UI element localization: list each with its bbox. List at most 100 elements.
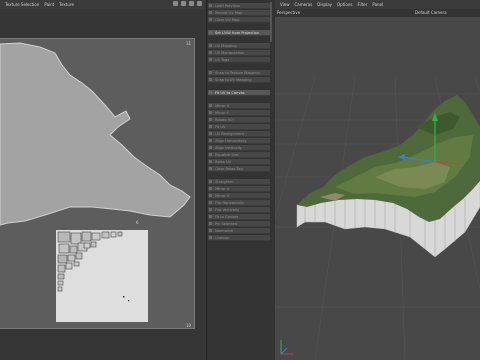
panel-scrollbar[interactable] (270, 2, 272, 42)
command-icon (209, 91, 212, 94)
command-icon (209, 153, 212, 156)
view-name: Perspective (277, 10, 301, 15)
uv-tick-top-right: 11 (186, 41, 192, 46)
command-label: Snap to UV Mapping (215, 78, 252, 82)
uv-command-item[interactable]: Fit to Canvas (208, 214, 270, 220)
uv-command-item[interactable]: Relax UV (208, 159, 270, 165)
uv-command-item[interactable]: Fit UV (208, 124, 270, 130)
axis-icon (280, 340, 293, 355)
command-label: Unwrap (215, 236, 229, 240)
command-icon (209, 146, 212, 149)
command-icon (209, 111, 212, 114)
menu-view[interactable]: View (280, 2, 290, 7)
uv-command-item[interactable]: Mirror Y (208, 110, 270, 116)
uv-command-item[interactable]: Set UVW from Projection (208, 30, 270, 36)
menu-cameras[interactable]: Cameras (295, 2, 313, 7)
menu-options[interactable]: Options (337, 2, 352, 7)
command-icon (209, 71, 212, 74)
command-label: Fit UV (215, 125, 226, 129)
menu-paint[interactable]: Paint (44, 2, 54, 7)
uv-layout-thumbnail (56, 230, 148, 322)
layout-icon[interactable] (197, 1, 202, 6)
uv-command-item[interactable]: Rotate 90° (208, 117, 270, 123)
uv-command-item[interactable]: Clear UV Map (208, 17, 270, 23)
command-label: Clear UV Map (215, 18, 240, 22)
uv-command-item[interactable]: UV Tags (208, 57, 270, 63)
command-label: Mirror X (215, 104, 230, 108)
command-icon (209, 44, 212, 47)
uv-command-item[interactable]: Mirror V (208, 193, 270, 199)
command-label: Align Vertically (215, 146, 242, 150)
command-label: UV Manipulation (215, 51, 245, 55)
menu-panel[interactable]: Panel (372, 2, 383, 7)
uv-command-item[interactable]: Mirror U (208, 186, 270, 192)
command-icon (209, 187, 212, 190)
command-label: UV Realignment (215, 132, 244, 136)
perspective-viewport[interactable] (275, 17, 480, 360)
uv-command-item[interactable]: Normalize (208, 228, 270, 234)
command-label: UV Tags (215, 58, 230, 62)
command-label: Fit UV to Canvas (215, 91, 245, 95)
command-label: Normalize (215, 229, 234, 233)
command-icon (209, 201, 212, 204)
command-icon (209, 160, 212, 163)
command-icon (209, 215, 212, 218)
uv-command-item[interactable]: Flip Vertically (208, 207, 270, 213)
uv-command-item[interactable]: UV Manipulation (208, 50, 270, 56)
uv-command-item[interactable]: Flip Horizontally (208, 200, 270, 206)
command-icon (209, 118, 212, 121)
command-icon (209, 11, 212, 14)
uv-command-item[interactable]: Pin Selected (208, 221, 270, 227)
uv-command-item[interactable]: Record UV Map (208, 10, 270, 16)
command-label: Set UVW from Projection (215, 31, 260, 35)
uv-command-item[interactable]: Straighten (208, 179, 270, 185)
command-icon (209, 18, 212, 21)
command-label: Rotate 90° (215, 118, 235, 122)
uv-tick-bottom-right: 10 (186, 323, 192, 328)
uv-view-icons (173, 1, 202, 6)
menu-texture[interactable]: Texture (59, 2, 74, 7)
command-label: Equalize Size (215, 153, 239, 157)
command-icon (209, 167, 212, 170)
command-label: Clear Relax Tag (215, 167, 243, 171)
command-icon (209, 51, 212, 54)
command-label: Relax UV (215, 160, 232, 164)
command-icon (209, 208, 212, 211)
command-icon (209, 4, 212, 7)
uv-command-item[interactable]: UV Realignment (208, 131, 270, 137)
command-label: Mirror V (215, 194, 230, 198)
uv-command-item[interactable]: Unwrap (208, 235, 270, 241)
uv-tick-middle-right: 6 (136, 220, 139, 225)
uv-command-item[interactable]: Align Horizontally (208, 138, 270, 144)
command-icon (209, 31, 212, 34)
command-icon (209, 229, 212, 232)
command-label: Mirror Y (215, 111, 229, 115)
command-icon (209, 180, 212, 183)
uv-command-item[interactable]: Fit UV to Canvas (208, 90, 270, 96)
uv-command-item[interactable]: Clear Relax Tag (208, 166, 270, 172)
uv-command-item[interactable]: UV Mapping (208, 43, 270, 49)
camera-name[interactable]: Default Camera (415, 10, 447, 15)
command-icon (209, 58, 212, 61)
move-icon[interactable] (173, 1, 178, 6)
zoom-icon[interactable] (181, 1, 186, 6)
uv-islands-pack (56, 230, 148, 322)
command-label: Pin Selected (215, 222, 238, 226)
command-icon (209, 236, 212, 239)
uv-command-item[interactable]: Align Vertically (208, 145, 270, 151)
command-icon (209, 194, 212, 197)
command-label: Straighten (215, 180, 234, 184)
menu-display[interactable]: Display (317, 2, 332, 7)
command-label: Align Horizontally (215, 139, 247, 143)
uv-command-item[interactable]: Snap to Texture Mapping (208, 70, 270, 76)
menu-texture-selection[interactable]: Texture Selection (5, 2, 39, 7)
maximize-icon[interactable] (189, 1, 194, 6)
uv-command-item[interactable]: Load Previous (208, 3, 270, 9)
command-icon (209, 222, 212, 225)
uv-command-item[interactable]: Snap to UV Mapping (208, 77, 270, 83)
uv-command-item[interactable]: Mirror X (208, 103, 270, 109)
command-icon (209, 78, 212, 81)
command-icon (209, 139, 212, 142)
menu-filter[interactable]: Filter (357, 2, 367, 7)
uv-command-item[interactable]: Equalize Size (208, 152, 270, 158)
